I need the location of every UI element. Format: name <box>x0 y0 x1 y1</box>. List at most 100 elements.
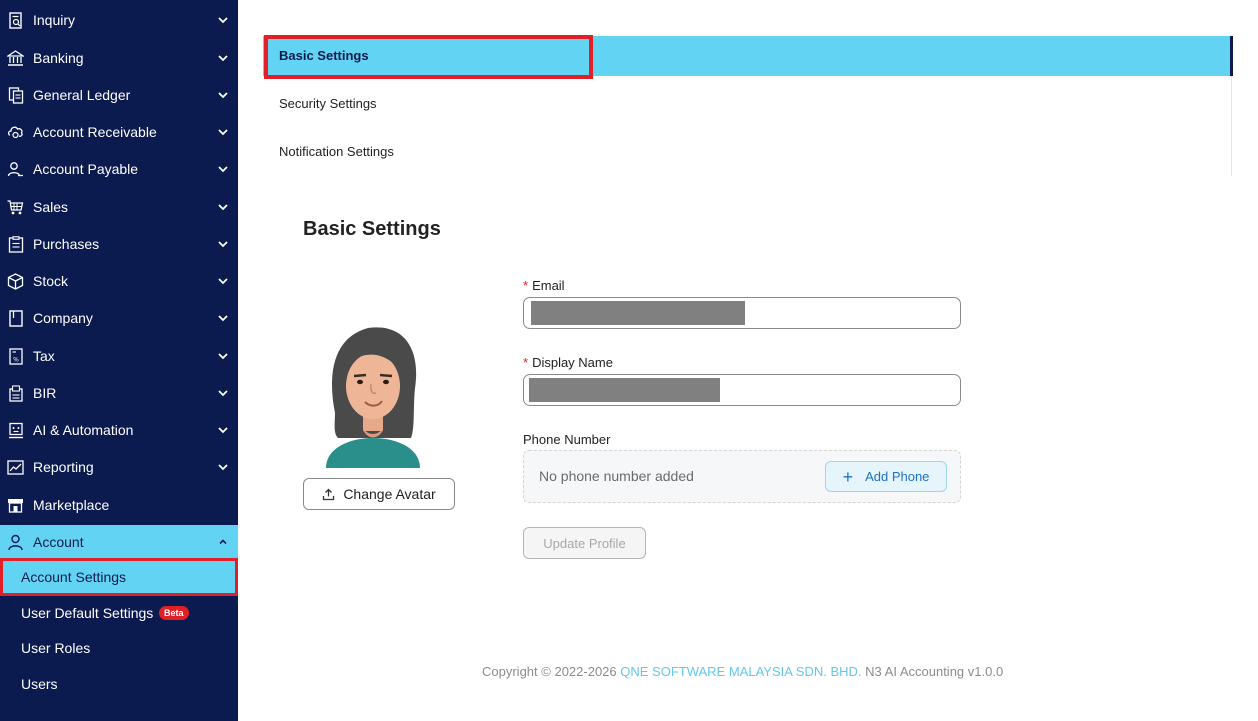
avatar <box>323 318 423 468</box>
payable-icon <box>7 161 24 178</box>
receivable-icon <box>7 124 24 141</box>
add-phone-label: Add Phone <box>865 469 930 484</box>
tab-security-settings[interactable]: Security Settings <box>279 96 377 111</box>
chevron-down-icon <box>217 126 229 138</box>
bir-icon <box>7 384 24 402</box>
sidebar-subitem-label: Account Settings <box>21 569 127 585</box>
phone-empty-text: No phone number added <box>539 468 694 484</box>
sidebar-subitem-user-roles[interactable]: User Roles <box>0 631 238 665</box>
sidebar-item-marketplace[interactable]: Marketplace <box>0 488 238 522</box>
sidebar-subitem-account-settings[interactable]: Account Settings <box>0 558 238 596</box>
tab-notification-settings[interactable]: Notification Settings <box>279 144 394 159</box>
purchases-icon <box>7 235 24 253</box>
bank-icon <box>7 49 24 67</box>
change-avatar-label: Change Avatar <box>343 486 436 502</box>
chevron-down-icon <box>217 52 229 64</box>
sidebar-item-label: Purchases <box>33 236 100 252</box>
main-content: Basic Settings Security Settings Notific… <box>238 0 1258 721</box>
chevron-up-icon <box>217 536 229 548</box>
inquiry-icon <box>7 11 24 29</box>
sidebar-item-label: General Ledger <box>33 87 131 103</box>
chevron-down-icon <box>217 201 229 213</box>
store-icon <box>7 497 24 514</box>
sidebar-item-company[interactable]: Company <box>0 301 238 335</box>
sidebar-item-banking[interactable]: Banking <box>0 41 238 75</box>
beta-badge: Beta <box>159 606 189 620</box>
change-avatar-button[interactable]: Change Avatar <box>303 478 455 510</box>
sidebar-item-label: AI & Automation <box>33 422 134 438</box>
tab-divider <box>1231 76 1232 176</box>
sidebar-subitem-label: Users <box>21 676 58 692</box>
sidebar-subitem-label: User Roles <box>21 640 91 656</box>
chevron-down-icon <box>217 14 229 26</box>
sidebar-item-account[interactable]: Account <box>0 525 238 559</box>
company-icon <box>7 309 24 327</box>
sidebar-item-label: Account <box>33 534 84 550</box>
chevron-down-icon <box>217 387 229 399</box>
copyright-text: Copyright <box>482 664 538 679</box>
sidebar-item-purchases[interactable]: Purchases <box>0 227 238 261</box>
chart-icon <box>7 459 24 476</box>
tax-icon: % <box>7 347 24 365</box>
sidebar-subitem-user-default-settings[interactable]: User Default Settings Beta <box>0 596 238 630</box>
email-label-text: Email <box>532 278 565 293</box>
sidebar-item-label: Inquiry <box>33 12 76 28</box>
box-icon <box>7 272 24 290</box>
chevron-down-icon <box>217 350 229 362</box>
sidebar-subitem-users[interactable]: Users <box>0 667 238 701</box>
company-link[interactable]: QNE SOFTWARE MALAYSIA SDN. BHD. <box>620 664 861 679</box>
sidebar-item-label: Account Payable <box>33 161 139 177</box>
upload-icon <box>322 488 335 501</box>
sidebar-item-sales[interactable]: Sales <box>0 190 238 224</box>
tab-highlight-box <box>264 35 593 79</box>
required-marker: * <box>523 355 529 370</box>
sidebar-item-ai-automation[interactable]: AI & Automation <box>0 413 238 447</box>
sidebar-item-general-ledger[interactable]: General Ledger <box>0 78 238 112</box>
sidebar-item-label: BIR <box>33 385 57 401</box>
ledger-icon <box>7 86 24 104</box>
sidebar-item-label: Banking <box>33 50 84 66</box>
sidebar-item-inquiry[interactable]: Inquiry <box>0 3 238 37</box>
chevron-down-icon <box>217 89 229 101</box>
sidebar-item-label: Marketplace <box>33 497 110 513</box>
sidebar-item-tax[interactable]: % Tax <box>0 339 238 373</box>
display-name-label-text: Display Name <box>532 355 613 370</box>
chevron-down-icon <box>217 238 229 250</box>
sidebar-item-bir[interactable]: BIR <box>0 376 238 410</box>
chevron-down-icon <box>217 312 229 324</box>
product-version: N3 AI Accounting v1.0.0 <box>861 664 1004 679</box>
page-title: Basic Settings <box>303 218 441 240</box>
email-field[interactable] <box>523 297 961 329</box>
cart-icon <box>7 199 24 216</box>
add-phone-button[interactable]: + Add Phone <box>825 461 947 492</box>
sidebar-item-reporting[interactable]: Reporting <box>0 450 238 484</box>
display-name-field[interactable] <box>523 374 961 406</box>
phone-number-label: Phone Number <box>523 432 611 447</box>
sidebar-subitem-label: User Default Settings <box>21 605 154 621</box>
redacted-value <box>531 301 745 325</box>
chevron-down-icon <box>217 275 229 287</box>
email-label: * Email <box>523 278 565 293</box>
chevron-down-icon <box>217 461 229 473</box>
footer: Copyright © 2022-2026 QNE SOFTWARE MALAY… <box>482 664 1003 679</box>
ai-icon <box>7 422 24 439</box>
sidebar-item-label: Account Receivable <box>33 124 157 140</box>
plus-icon: + <box>842 466 854 487</box>
update-profile-button[interactable]: Update Profile <box>523 527 646 559</box>
sidebar-item-label: Reporting <box>33 459 94 475</box>
svg-text:%: % <box>13 356 19 363</box>
sidebar-item-label: Tax <box>33 348 55 364</box>
sidebar-item-account-payable[interactable]: Account Payable <box>0 152 238 186</box>
sidebar: Inquiry Banking General Ledger Account R… <box>0 0 238 721</box>
chevron-down-icon <box>217 424 229 436</box>
required-marker: * <box>523 278 529 293</box>
copyright-years: 2022-2026 <box>550 664 621 679</box>
sidebar-item-stock[interactable]: Stock <box>0 264 238 298</box>
chevron-down-icon <box>217 163 229 175</box>
sidebar-item-label: Company <box>33 310 93 326</box>
sidebar-item-label: Stock <box>33 273 69 289</box>
copyright-icon: © <box>541 664 551 679</box>
user-icon <box>7 534 24 551</box>
redacted-value <box>529 378 720 402</box>
sidebar-item-account-receivable[interactable]: Account Receivable <box>0 115 238 149</box>
